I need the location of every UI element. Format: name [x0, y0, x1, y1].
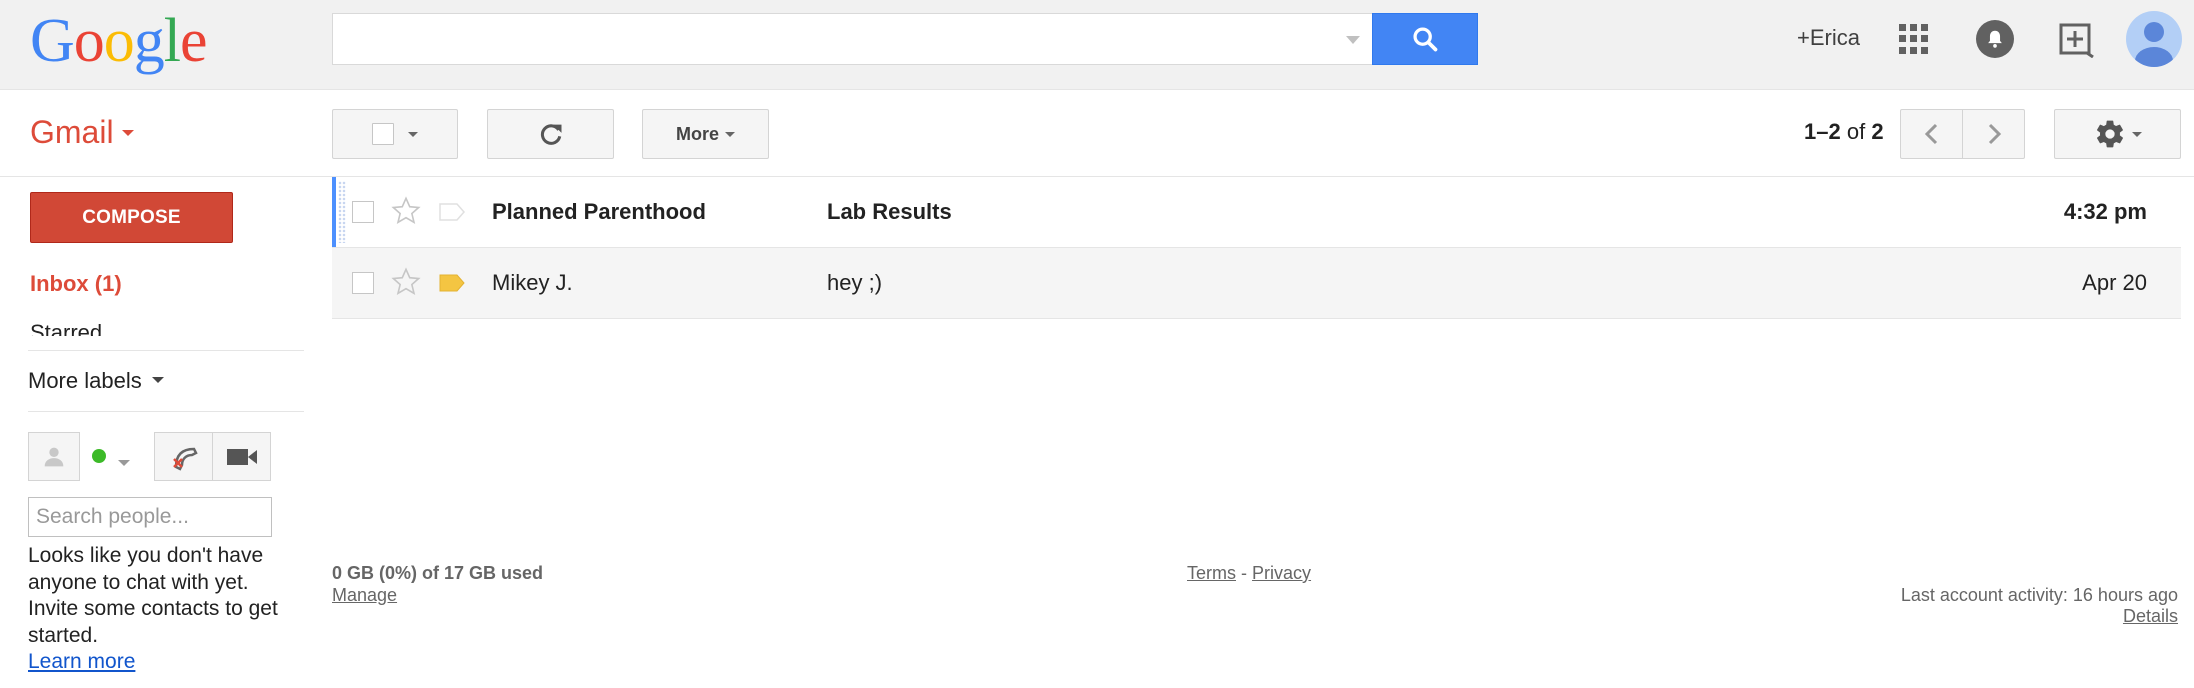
search-input[interactable]	[333, 14, 1372, 64]
top-bar: Google +Erica	[0, 0, 2194, 90]
caret-down-icon	[118, 460, 130, 466]
apps-grid-icon[interactable]	[1899, 24, 1929, 54]
message-sender: Mikey J.	[492, 270, 573, 295]
message-subject: hey ;)	[827, 270, 883, 295]
search-button[interactable]	[1372, 13, 1478, 65]
person-icon	[44, 447, 64, 466]
online-status-indicator[interactable]	[92, 449, 106, 463]
privacy-link[interactable]: Privacy	[1252, 563, 1311, 583]
search-options-dropdown-icon[interactable]	[1346, 36, 1360, 44]
search-icon	[1413, 27, 1438, 52]
learn-more-link[interactable]: Learn more	[28, 650, 135, 673]
gmail-app-switcher[interactable]: Gmail	[30, 114, 134, 151]
importance-marker-icon[interactable]	[439, 203, 465, 221]
sidebar-item-label: Starred	[30, 320, 103, 336]
footer-links: Terms - Privacy	[1187, 563, 1312, 583]
message-date: Apr 20	[2082, 270, 2147, 295]
terms-link[interactable]: Terms	[1187, 563, 1236, 583]
bell-icon[interactable]	[1976, 20, 2014, 58]
manage-storage-link[interactable]: Manage	[332, 585, 397, 606]
more-labels-toggle[interactable]: More labels	[28, 368, 164, 394]
gear-icon	[2096, 120, 2123, 148]
share-box-icon[interactable]	[2057, 20, 2095, 58]
last-activity-text: Last account activity: 16 hours ago	[1900, 585, 2178, 605]
chevron-right-icon	[1988, 123, 2001, 145]
select-all-button[interactable]	[332, 109, 458, 159]
phone-call-button[interactable]	[154, 432, 213, 481]
avatar-icon	[2135, 22, 2173, 67]
refresh-icon	[540, 124, 561, 145]
divider	[28, 411, 304, 412]
phone-disabled-icon	[172, 447, 198, 471]
caret-down-icon	[121, 129, 134, 136]
user-name-link[interactable]: +Erica	[1797, 25, 1860, 51]
video-camera-icon	[226, 448, 257, 465]
refresh-button[interactable]	[487, 109, 614, 159]
more-actions-button[interactable]: More	[642, 109, 769, 159]
caret-down-icon	[151, 377, 164, 384]
settings-button[interactable]	[2054, 109, 2181, 159]
chevron-left-icon	[1924, 123, 1937, 145]
table-row[interactable]: Planned Parenthood Lab Results 4:32 pm	[332, 177, 2181, 248]
message-subject: Lab Results	[827, 199, 952, 224]
older-button[interactable]	[1962, 109, 2025, 159]
checkbox-icon	[372, 123, 394, 145]
caret-down-icon	[408, 131, 418, 137]
status-dropdown[interactable]	[118, 453, 130, 471]
search-box	[332, 13, 1372, 65]
caret-down-icon	[725, 131, 735, 137]
sidebar-item-starred[interactable]: Starred	[30, 320, 230, 336]
caret-down-icon	[2131, 131, 2142, 137]
compose-button[interactable]: COMPOSE	[30, 192, 233, 243]
storage-usage: 0 GB (0%) of 17 GB used	[332, 563, 544, 583]
chat-empty-message: Looks like you don't have anyone to chat…	[28, 544, 278, 673]
video-call-button[interactable]	[212, 432, 271, 481]
chat-profile-button[interactable]	[28, 432, 80, 481]
row-checkbox[interactable]	[352, 272, 374, 294]
google-logo[interactable]: Google	[30, 6, 208, 76]
importance-marker-icon[interactable]	[439, 274, 465, 292]
drag-handle-icon[interactable]	[338, 181, 346, 243]
avatar[interactable]	[2126, 11, 2182, 67]
pagination-info: 1–2 of 2	[1804, 119, 1884, 144]
divider	[28, 350, 304, 351]
activity-details-link[interactable]: Details	[2123, 606, 2178, 627]
row-checkbox[interactable]	[352, 201, 374, 223]
message-sender: Planned Parenthood	[492, 199, 706, 224]
table-row[interactable]: Mikey J. hey ;) Apr 20	[332, 248, 2181, 319]
message-date: 4:32 pm	[2063, 199, 2147, 224]
star-icon[interactable]	[390, 195, 422, 227]
newer-button[interactable]	[1900, 109, 1963, 159]
star-icon[interactable]	[390, 266, 422, 298]
sidebar-item-inbox[interactable]: Inbox (1)	[30, 271, 122, 297]
search-people-input[interactable]	[28, 497, 272, 537]
